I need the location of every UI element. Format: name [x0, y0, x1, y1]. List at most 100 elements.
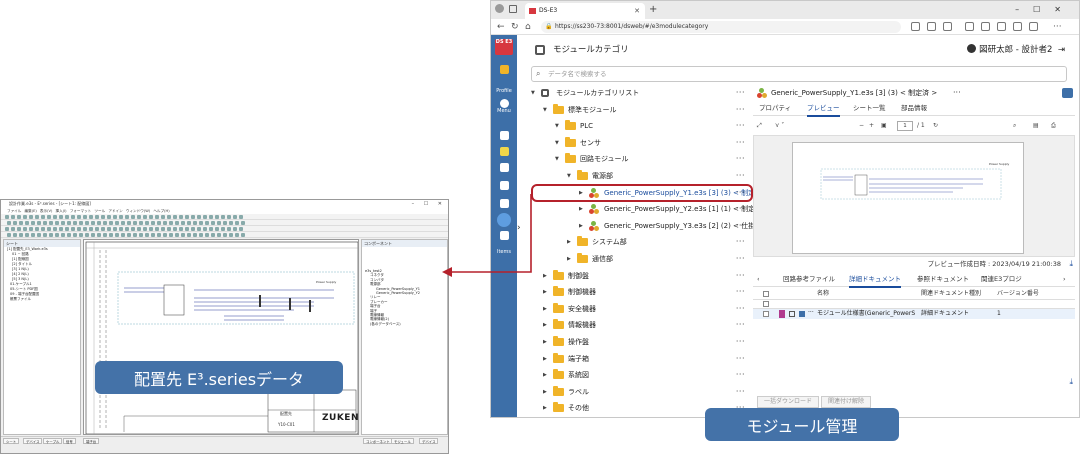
toolbar-icon[interactable] — [107, 215, 111, 219]
collapse-arrow-icon[interactable]: ▼ — [543, 102, 547, 118]
tree-item[interactable]: ▼ センサ ··· — [523, 135, 751, 151]
bottom-tab[interactable]: 詳細ドキュメント — [849, 273, 901, 288]
fit-page-icon[interactable]: ▣ — [881, 119, 887, 133]
tree-item-more-icon[interactable]: ··· — [736, 201, 745, 217]
toolbar-icon[interactable] — [137, 215, 141, 219]
toolbar-icon[interactable] — [229, 233, 233, 237]
tree-item-more-icon[interactable]: ··· — [736, 135, 745, 151]
profile-icon[interactable] — [495, 4, 504, 13]
toolbar-icon[interactable] — [223, 221, 227, 225]
toolbar-icon[interactable] — [65, 227, 69, 231]
toolbar-icon[interactable] — [13, 221, 17, 225]
tree-item-more-icon[interactable]: ··· — [736, 284, 745, 300]
close-tab-icon[interactable]: ✕ — [634, 3, 640, 19]
toolbar-icon[interactable] — [163, 233, 167, 237]
toolbar-icon[interactable] — [139, 233, 143, 237]
toolbar-icon[interactable] — [157, 233, 161, 237]
tree-item-more-icon[interactable]: ··· — [736, 118, 745, 134]
toolbar-icon[interactable] — [13, 233, 17, 237]
back-icon[interactable]: ← — [497, 21, 505, 33]
toolbar-icon[interactable] — [127, 233, 131, 237]
expand-arrow-icon[interactable]: ▶ — [543, 268, 547, 284]
toolbar-icon[interactable] — [53, 215, 57, 219]
toolbar-icon[interactable] — [37, 233, 41, 237]
toolbar-icon[interactable] — [179, 215, 183, 219]
toolbar-icon[interactable] — [5, 215, 9, 219]
toolbar-icon[interactable] — [163, 221, 167, 225]
search-preview-icon[interactable]: ⌕ — [1013, 119, 1016, 133]
toolbar-icon[interactable] — [181, 221, 185, 225]
toolbar-icon[interactable] — [131, 215, 135, 219]
toolbar-icon[interactable] — [229, 221, 233, 225]
toolbar-icon[interactable] — [205, 221, 209, 225]
grid-cell-name[interactable]: モジュール仕様書(Generic_PowerS — [817, 309, 919, 319]
toolbar-icon[interactable] — [115, 233, 119, 237]
toolbar-icon[interactable] — [31, 233, 35, 237]
tree-item[interactable]: ▼ モジュールカテゴリリスト ··· — [523, 85, 751, 101]
bottom-tab[interactable]: 回路参考ファイル — [783, 273, 835, 286]
bottom-tab[interactable]: 関連E3プロジ — [981, 273, 1022, 286]
tree-item[interactable]: ▼ PLC ··· — [523, 118, 751, 134]
toolbar-icon[interactable] — [235, 221, 239, 225]
collapse-arrow-icon[interactable]: ▼ — [531, 85, 535, 101]
fit-icon[interactable]: ⤢ — [757, 119, 762, 133]
toolbar-icon[interactable] — [49, 221, 53, 225]
tree-item[interactable]: ▶ 制御機器 ··· — [523, 284, 751, 300]
toolbar-icon[interactable] — [175, 221, 179, 225]
toolbar-icon[interactable] — [211, 233, 215, 237]
detail-tab[interactable]: シート一覧 — [853, 102, 886, 115]
cad-bottom-tab[interactable]: 信号 — [63, 438, 76, 444]
tree-item[interactable]: ▶ 端子箱 ··· — [523, 351, 751, 367]
toolbar-icon[interactable] — [161, 227, 165, 231]
toolbar-icon[interactable] — [83, 227, 87, 231]
toolbar-icon[interactable] — [241, 221, 245, 225]
row-checkbox[interactable] — [763, 311, 769, 317]
tree-item[interactable]: ▶ 系統図 ··· — [523, 367, 751, 383]
toolbar-icon[interactable] — [193, 221, 197, 225]
toolbar-icon[interactable] — [23, 227, 27, 231]
tree-item[interactable]: ▶ ラベル ··· — [523, 384, 751, 400]
toolbar-icon[interactable] — [79, 221, 83, 225]
toolbar-icon[interactable] — [203, 215, 207, 219]
toolbar-icon[interactable] — [221, 227, 225, 231]
toolbar-icon[interactable] — [149, 227, 153, 231]
toolbar-icon[interactable] — [79, 233, 83, 237]
cad-bottom-tab[interactable]: 端子台 — [83, 438, 100, 444]
toolbar-icon[interactable] — [101, 215, 105, 219]
toolbar-icon[interactable] — [191, 227, 195, 231]
toolbar-icon[interactable] — [19, 221, 23, 225]
expand-arrow-icon[interactable]: ▶ — [579, 201, 583, 217]
toolbar-icon[interactable] — [109, 221, 113, 225]
browser-tab[interactable]: DS-E3 ✕ — [525, 3, 645, 19]
logout-icon[interactable]: ⇥ — [1058, 45, 1065, 55]
toolbar-icon[interactable] — [227, 215, 231, 219]
toolbar-icon[interactable] — [53, 227, 57, 231]
toolbar-icon[interactable] — [103, 221, 107, 225]
copy-icon[interactable] — [799, 311, 805, 317]
toolbar-icon[interactable] — [73, 233, 77, 237]
toolbar-icon[interactable] — [11, 227, 15, 231]
preview-area[interactable]: Power Supply — [753, 135, 1075, 257]
cad-bottom-tab[interactable]: デバイス — [23, 438, 43, 444]
toolbar-icon[interactable] — [67, 221, 71, 225]
toolbar-icon[interactable] — [85, 221, 89, 225]
toolbar-icon[interactable] — [149, 215, 153, 219]
toolbar-icon[interactable] — [151, 233, 155, 237]
grid-header-version[interactable]: バージョン番号 — [997, 289, 1039, 299]
home-icon[interactable] — [491, 131, 517, 140]
tree-item-more-icon[interactable]: ··· — [736, 351, 745, 367]
expand-arrow-icon[interactable]: ▶ — [543, 334, 547, 350]
toolbar-icon[interactable] — [203, 227, 207, 231]
toolbar-icon[interactable] — [167, 215, 171, 219]
tree-item-more-icon[interactable]: ··· — [736, 367, 745, 383]
folder-icon[interactable] — [491, 181, 517, 190]
schematic-icon[interactable] — [491, 147, 517, 156]
toolbar-icon[interactable] — [151, 221, 155, 225]
toolbar-icon[interactable] — [43, 221, 47, 225]
toolbar-icon[interactable] — [113, 227, 117, 231]
reader-icon[interactable] — [943, 22, 952, 31]
toolbar-icon[interactable] — [85, 233, 89, 237]
toolbar-icon[interactable] — [187, 221, 191, 225]
detail-tab[interactable]: 部品情報 — [901, 102, 927, 115]
toolbar-icon[interactable] — [131, 227, 135, 231]
